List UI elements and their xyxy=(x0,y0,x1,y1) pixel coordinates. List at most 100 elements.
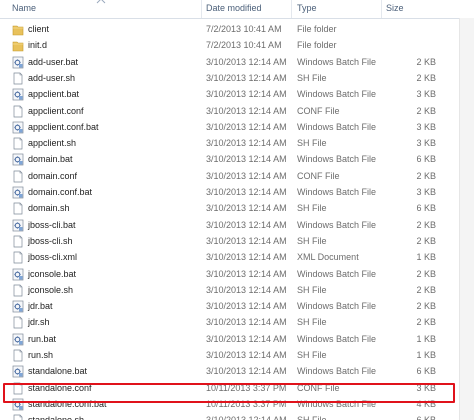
file-date-modified: 3/10/2013 12:14 AM xyxy=(206,268,287,279)
folder-icon xyxy=(12,39,24,52)
column-header-name[interactable]: Name xyxy=(0,0,202,18)
file-row[interactable]: standalone.sh 3/10/2013 12:14 AM SH File 6 … xyxy=(0,412,474,420)
file-row[interactable]: appclient.conf.bat 3/10/2013 12:14 AM Wind… xyxy=(0,119,474,135)
file-date-modified: 3/10/2013 12:14 AM xyxy=(206,235,287,246)
file-date-modified: 7/2/2013 10:41 AM xyxy=(206,40,282,51)
file-row[interactable]: jconsole.sh 3/10/2013 12:14 AM SH File 2 KB xyxy=(0,282,474,298)
file-size: 6 KB xyxy=(416,203,436,214)
column-header-type[interactable]: Type xyxy=(292,0,382,18)
file-size: 3 KB xyxy=(416,138,436,149)
file-row[interactable]: domain.conf 3/10/2013 12:14 AM CONF File 2 … xyxy=(0,168,474,184)
file-name: appclient.bat xyxy=(28,89,80,100)
file-size: 2 KB xyxy=(416,235,436,246)
document-icon xyxy=(12,349,24,362)
file-date-modified: 3/10/2013 12:14 AM xyxy=(206,252,287,263)
file-name: domain.sh xyxy=(28,203,70,214)
file-row[interactable]: jboss-cli.bat 3/10/2013 12:14 AM Windows B… xyxy=(0,217,474,233)
file-name: client xyxy=(28,24,50,34)
file-name: standalone.conf.bat xyxy=(28,398,107,409)
file-date-modified: 3/10/2013 12:14 AM xyxy=(206,138,287,149)
file-name: standalone.conf xyxy=(28,382,92,393)
file-name: init.d xyxy=(28,40,48,51)
file-type: Windows Batch File xyxy=(297,398,377,409)
file-name: jdr.bat xyxy=(28,301,53,312)
file-size: 2 KB xyxy=(416,56,436,67)
batch-file-icon xyxy=(12,398,24,411)
batch-file-icon xyxy=(12,186,24,199)
file-date-modified: 3/10/2013 12:14 AM xyxy=(206,89,287,100)
file-date-modified: 3/10/2013 12:14 AM xyxy=(206,56,287,67)
file-row[interactable]: domain.bat 3/10/2013 12:14 AM Windows Batc… xyxy=(0,151,474,167)
file-name: add-user.bat xyxy=(28,56,79,67)
file-size: 2 KB xyxy=(416,268,436,279)
file-row[interactable]: add-user.sh 3/10/2013 12:14 AM SH File 2 KB xyxy=(0,70,474,86)
file-row[interactable]: jboss-cli.sh 3/10/2013 12:14 AM SH File 2 K… xyxy=(0,233,474,249)
file-row[interactable]: jdr.sh 3/10/2013 12:14 AM SH File 2 KB xyxy=(0,314,474,330)
batch-file-icon xyxy=(12,121,24,134)
document-icon xyxy=(12,235,24,248)
file-name: appclient.conf.bat xyxy=(28,121,99,132)
file-size: 2 KB xyxy=(416,72,436,83)
column-header-bar: Name Date modified Type Size xyxy=(0,0,474,19)
file-row[interactable]: run.bat 3/10/2013 12:14 AM Windows Batch F… xyxy=(0,331,474,347)
file-name: jboss-cli.bat xyxy=(28,219,76,230)
file-type: SH File xyxy=(297,284,327,295)
file-row[interactable]: appclient.conf 3/10/2013 12:14 AM CONF Fil… xyxy=(0,103,474,119)
file-row[interactable]: appclient.bat 3/10/2013 12:14 AM Windows B… xyxy=(0,86,474,102)
file-date-modified: 3/10/2013 12:14 AM xyxy=(206,284,287,295)
file-type: Windows Batch File xyxy=(297,219,377,230)
file-row[interactable]: standalone.bat 3/10/2013 12:14 AM Windows … xyxy=(0,363,474,379)
document-icon xyxy=(12,382,24,395)
file-size: 3 KB xyxy=(416,121,436,132)
file-type: Windows Batch File xyxy=(297,333,377,344)
file-row[interactable]: standalone.conf.bat 10/11/2013 3:37 PM Win… xyxy=(0,396,474,412)
file-name: domain.bat xyxy=(28,154,73,165)
file-row[interactable]: client 7/2/2013 10:41 AM File folder xyxy=(0,21,474,37)
file-row[interactable]: domain.conf.bat 3/10/2013 12:14 AM Windows… xyxy=(0,184,474,200)
file-row[interactable]: init.d 7/2/2013 10:41 AM File folder xyxy=(0,37,474,53)
file-type: CONF File xyxy=(297,382,340,393)
document-icon xyxy=(12,105,24,118)
file-date-modified: 3/10/2013 12:14 AM xyxy=(206,317,287,328)
file-name: jconsole.bat xyxy=(28,268,77,279)
file-row[interactable]: standalone.conf 10/11/2013 3:37 PM CONF Fi… xyxy=(0,380,474,396)
file-date-modified: 3/10/2013 12:14 AM xyxy=(206,412,287,420)
file-type: Windows Batch File xyxy=(297,89,377,100)
document-icon xyxy=(12,170,24,183)
file-name: appclient.conf xyxy=(28,105,84,116)
document-icon xyxy=(12,316,24,329)
file-size: 2 KB xyxy=(416,284,436,295)
batch-file-icon xyxy=(12,56,24,69)
file-type: SH File xyxy=(297,317,327,328)
file-date-modified: 3/10/2013 12:14 AM xyxy=(206,333,287,344)
document-icon xyxy=(12,202,24,215)
file-row[interactable]: run.sh 3/10/2013 12:14 AM SH File 1 KB xyxy=(0,347,474,363)
file-size: 3 KB xyxy=(416,89,436,100)
file-name: jdr.sh xyxy=(28,317,50,328)
batch-file-icon xyxy=(12,219,24,232)
file-type: File folder xyxy=(297,24,337,34)
vertical-scrollbar[interactable] xyxy=(459,18,474,420)
file-size: 2 KB xyxy=(416,317,436,328)
file-row[interactable]: domain.sh 3/10/2013 12:14 AM SH File 6 KB xyxy=(0,200,474,216)
file-size: 6 KB xyxy=(416,154,436,165)
file-date-modified: 10/11/2013 3:37 PM xyxy=(206,382,287,393)
file-type: SH File xyxy=(297,72,327,83)
column-header-date-modified[interactable]: Date modified xyxy=(202,0,292,18)
file-row[interactable]: appclient.sh 3/10/2013 12:14 AM SH File 3 K… xyxy=(0,135,474,151)
file-size: 3 KB xyxy=(416,187,436,197)
file-row[interactable]: jconsole.bat 3/10/2013 12:14 AM Windows Ba… xyxy=(0,266,474,282)
file-size: 2 KB xyxy=(416,105,436,116)
file-row[interactable]: jdr.bat 3/10/2013 12:14 AM Windows Batch F… xyxy=(0,298,474,314)
column-header-size[interactable]: Size xyxy=(382,0,474,18)
document-icon xyxy=(12,414,24,420)
file-size: 1 KB xyxy=(416,350,436,360)
file-name: run.bat xyxy=(28,333,57,344)
file-name: domain.conf xyxy=(28,170,78,181)
file-name: appclient.sh xyxy=(28,138,77,149)
file-size: 6 KB xyxy=(416,366,436,377)
file-row[interactable]: jboss-cli.xml 3/10/2013 12:14 AM XML Docum… xyxy=(0,249,474,265)
file-date-modified: 3/10/2013 12:14 AM xyxy=(206,121,287,132)
file-type: Windows Batch File xyxy=(297,268,377,279)
file-row[interactable]: add-user.bat 3/10/2013 12:14 AM Windows Ba… xyxy=(0,54,474,70)
